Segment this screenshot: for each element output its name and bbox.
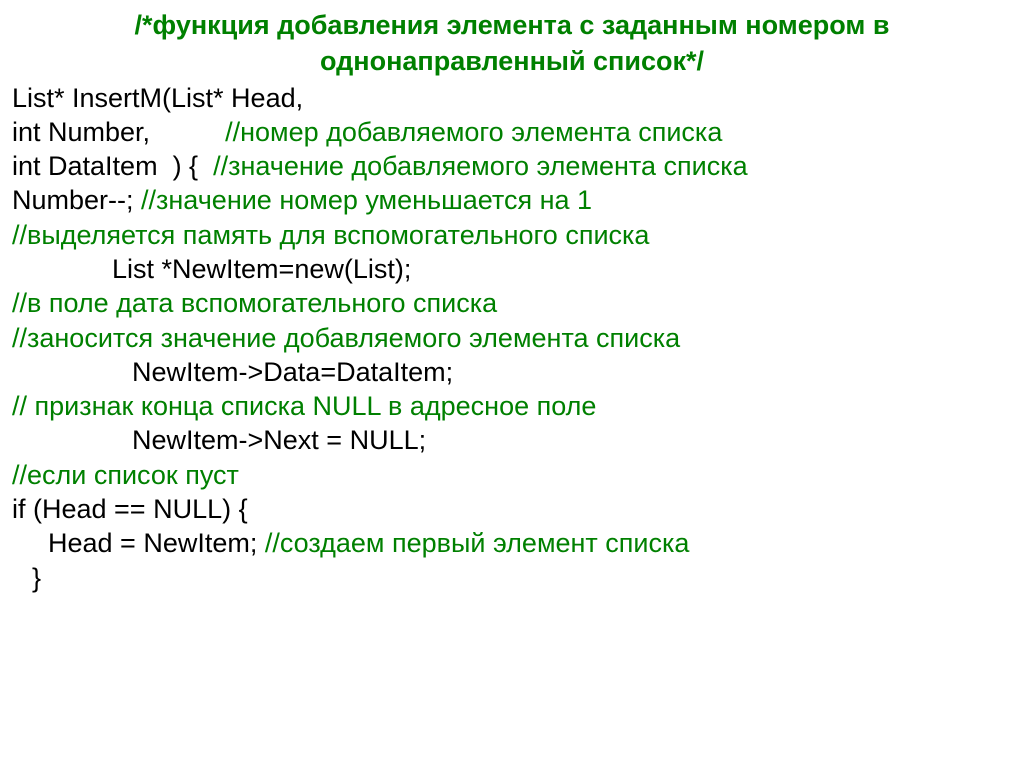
code-text: if (Head == NULL) { — [12, 494, 248, 524]
title-line1: /*функция добавления элемента с заданным… — [12, 8, 1012, 42]
code-line: Head = NewItem; //создаем первый элемент… — [12, 526, 1012, 560]
code-comment-line: //если список пуст — [12, 458, 1012, 492]
code-text: Number--; — [12, 185, 141, 215]
code-comment: //создаем первый элемент списка — [265, 528, 690, 558]
code-text: int Number, — [12, 117, 225, 147]
code-text: NewItem->Next = NULL; — [132, 425, 426, 455]
code-comment: //значение номер уменьшается на 1 — [141, 185, 592, 215]
code-line: List *NewItem=new(List); — [12, 252, 1012, 286]
code-line: if (Head == NULL) { — [12, 492, 1012, 526]
code-comment: //значение добавляемого элемента списка — [213, 151, 748, 181]
code-line: int DataItem ) { //значение добавляемого… — [12, 149, 1012, 183]
title-line2: однонаправленный список*/ — [12, 44, 1012, 78]
code-text: List *NewItem=new(List); — [112, 254, 411, 284]
code-line: } — [12, 561, 1012, 595]
code-line: NewItem->Next = NULL; — [12, 423, 1012, 457]
code-comment: //номер добавляемого элемента списка — [225, 117, 722, 147]
code-comment-line: // признак конца списка NULL в адресное … — [12, 389, 1012, 423]
code-line: List* InsertM(List* Head, — [12, 81, 1012, 115]
code-line: NewItem->Data=DataItem; — [12, 355, 1012, 389]
code-line: int Number, //номер добавляемого элемент… — [12, 115, 1012, 149]
code-text: } — [32, 563, 41, 593]
code-text: List* InsertM(List* Head, — [12, 83, 303, 113]
code-text: Head = NewItem; — [48, 528, 265, 558]
code-comment-line: //заносится значение добавляемого элемен… — [12, 321, 1012, 355]
code-comment-line: //выделяется память для вспомогательного… — [12, 218, 1012, 252]
code-comment-line: //в поле дата вспомогательного списка — [12, 286, 1012, 320]
code-text: int DataItem ) { — [12, 151, 213, 181]
code-line: Number--; //значение номер уменьшается н… — [12, 183, 1012, 217]
code-text: NewItem->Data=DataItem; — [132, 357, 453, 387]
